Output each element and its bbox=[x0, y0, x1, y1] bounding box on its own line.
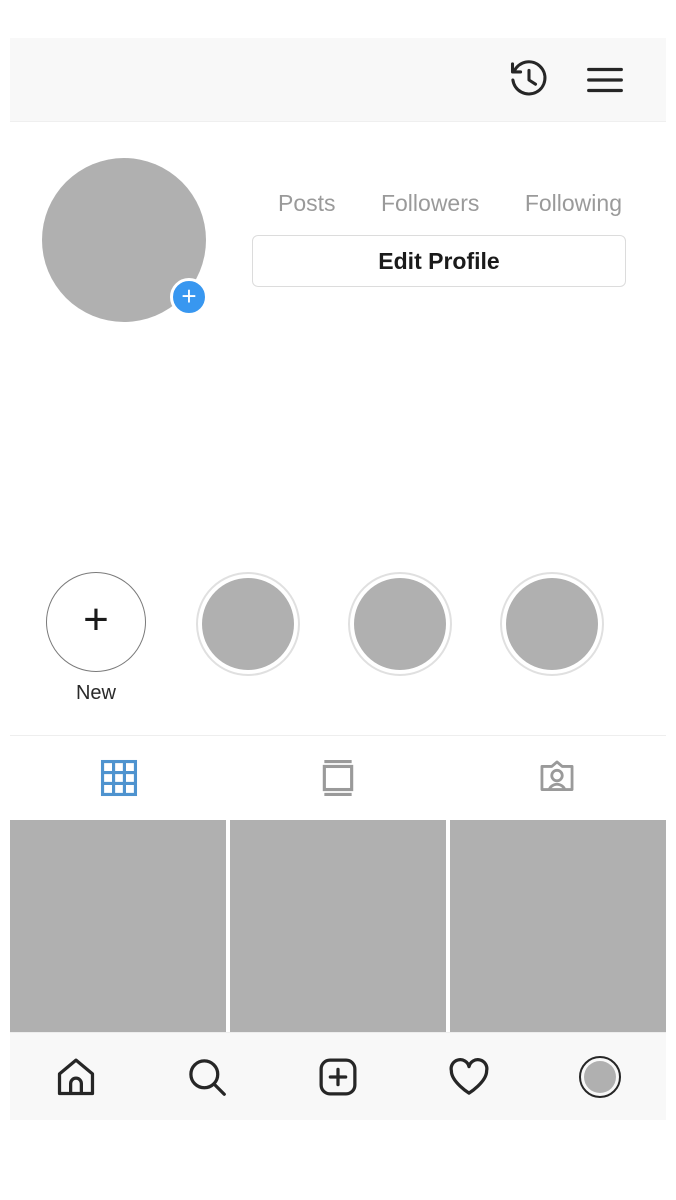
stat-following-label: Following bbox=[524, 190, 622, 216]
reels-icon bbox=[322, 759, 354, 797]
add-story-button[interactable]: + bbox=[170, 278, 208, 316]
highlight-new[interactable]: + New bbox=[44, 572, 148, 705]
search-icon bbox=[189, 1058, 226, 1096]
instagram-profile-screen: + Posts Followers Following Edit Profile bbox=[10, 38, 666, 1120]
plus-badge-icon: + bbox=[181, 280, 197, 311]
post-thumbnail[interactable] bbox=[230, 820, 446, 1032]
content-tabs bbox=[10, 735, 666, 820]
plus-square-icon bbox=[319, 1058, 357, 1095]
tab-tagged[interactable] bbox=[447, 736, 666, 820]
nav-profile[interactable] bbox=[535, 1055, 666, 1098]
nav-activity[interactable] bbox=[404, 1054, 535, 1100]
heart-icon bbox=[449, 1057, 489, 1095]
nav-home[interactable] bbox=[10, 1054, 141, 1100]
nav-search[interactable] bbox=[141, 1054, 272, 1100]
highlight-item[interactable] bbox=[348, 572, 452, 686]
top-bar bbox=[10, 38, 666, 122]
nav-create[interactable] bbox=[272, 1054, 403, 1100]
tab-reels[interactable] bbox=[229, 736, 448, 820]
bio-section bbox=[10, 322, 666, 572]
highlight-new-label: New bbox=[75, 682, 116, 704]
tagged-person-icon bbox=[540, 760, 574, 791]
profile-details: Posts Followers Following Edit Profile bbox=[206, 158, 666, 287]
post-thumbnail[interactable] bbox=[10, 820, 226, 1032]
profile-stats: Posts Followers Following bbox=[252, 190, 626, 217]
new-highlight-circle: + bbox=[46, 572, 146, 672]
history-clock-icon[interactable] bbox=[506, 57, 552, 103]
hamburger-menu-icon[interactable] bbox=[582, 57, 628, 103]
stat-followers-label: Followers bbox=[380, 190, 480, 216]
highlight-thumbnail bbox=[500, 572, 604, 676]
plus-icon: + bbox=[83, 595, 109, 644]
profile-header: + Posts Followers Following Edit Profile bbox=[10, 122, 666, 322]
tab-grid[interactable] bbox=[10, 736, 229, 820]
edit-profile-label: Edit Profile bbox=[378, 247, 500, 274]
profile-avatar-icon bbox=[579, 1055, 622, 1098]
bottom-navigation bbox=[10, 1032, 666, 1120]
highlight-item[interactable] bbox=[196, 572, 300, 686]
highlight-thumbnail bbox=[348, 572, 452, 676]
post-thumbnail[interactable] bbox=[450, 820, 666, 1032]
stat-followers[interactable]: Followers bbox=[381, 190, 479, 217]
grid-icon bbox=[101, 759, 138, 797]
highlight-thumbnail bbox=[196, 572, 300, 676]
highlight-item[interactable] bbox=[500, 572, 604, 686]
post-grid bbox=[10, 820, 666, 1032]
home-icon bbox=[57, 1058, 94, 1095]
edit-profile-button[interactable]: Edit Profile bbox=[252, 235, 626, 287]
stat-posts[interactable]: Posts bbox=[278, 190, 336, 217]
stat-posts-label: Posts bbox=[278, 190, 336, 216]
stat-following[interactable]: Following bbox=[525, 190, 622, 217]
avatar[interactable]: + bbox=[42, 158, 208, 322]
story-highlights: + New bbox=[10, 572, 666, 705]
